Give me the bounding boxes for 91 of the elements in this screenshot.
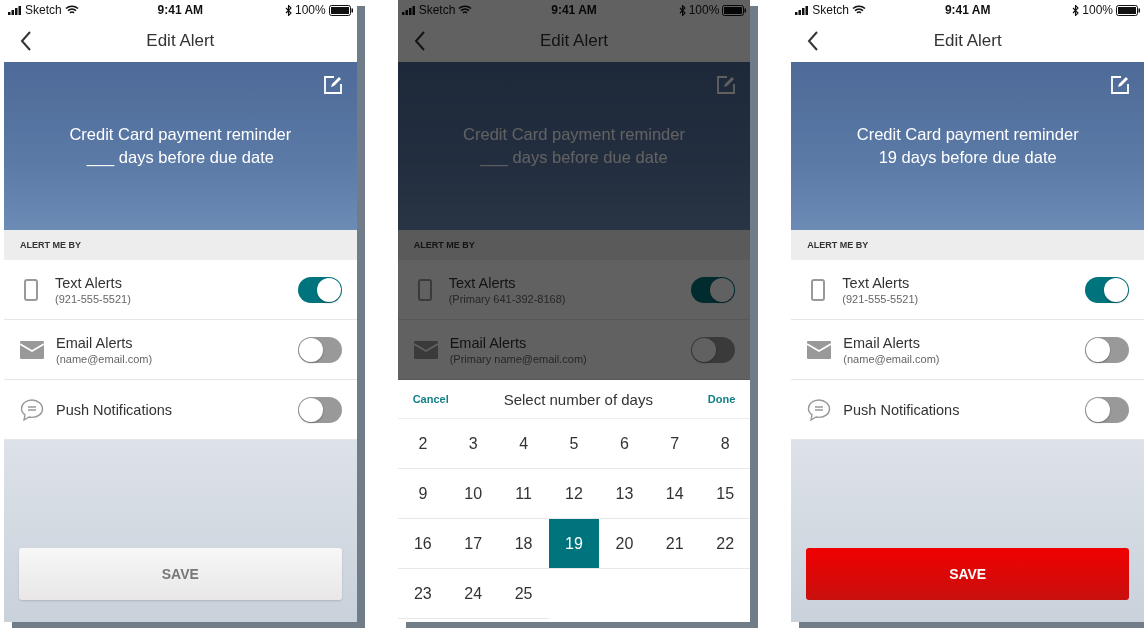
status-time: 9:41 AM bbox=[944, 3, 991, 17]
carrier-label: Sketch bbox=[25, 3, 62, 17]
chat-bubble-icon bbox=[807, 398, 832, 421]
alert-label: Push Notifications bbox=[56, 401, 174, 418]
day-option[interactable]: 24 bbox=[448, 569, 499, 619]
alert-detail: (Primary name@email.com) bbox=[449, 352, 588, 365]
edit-icon[interactable] bbox=[322, 75, 343, 95]
signal-icon bbox=[795, 5, 810, 15]
toggle-switch[interactable] bbox=[1085, 336, 1129, 363]
battery-icon bbox=[1116, 4, 1140, 16]
back-icon[interactable] bbox=[20, 31, 32, 51]
alert-detail: (921-555-5521) bbox=[842, 292, 920, 305]
edit-icon[interactable] bbox=[716, 75, 737, 95]
day-option[interactable]: 11 bbox=[498, 469, 549, 519]
alert-label: Email Alerts bbox=[56, 334, 134, 351]
signal-icon bbox=[8, 5, 22, 15]
battery-percent: 100% bbox=[294, 3, 326, 17]
bluetooth-icon bbox=[1072, 4, 1080, 16]
phone-icon bbox=[417, 278, 432, 301]
phone-icon bbox=[811, 278, 826, 301]
section-label: ALERT ME BY bbox=[20, 240, 81, 250]
save-button[interactable]: SAVE bbox=[806, 548, 1129, 600]
toggle-switch[interactable] bbox=[691, 276, 736, 303]
toggle-switch[interactable] bbox=[1085, 396, 1129, 423]
day-option[interactable]: 2 bbox=[397, 419, 449, 469]
toggle-switch[interactable] bbox=[297, 336, 342, 363]
alert-label: Email Alerts bbox=[449, 334, 528, 351]
day-option[interactable]: 4 bbox=[498, 419, 549, 469]
section-label: ALERT ME BY bbox=[807, 240, 869, 250]
section-label: ALERT ME BY bbox=[413, 240, 475, 250]
day-option[interactable]: 10 bbox=[448, 469, 499, 519]
wifi-icon bbox=[64, 5, 79, 15]
day-option[interactable]: 6 bbox=[599, 419, 650, 469]
day-option[interactable]: 9 bbox=[397, 469, 449, 519]
status-time: 9:41 AM bbox=[551, 3, 597, 17]
chat-bubble-icon bbox=[20, 398, 44, 421]
phone-icon bbox=[24, 278, 38, 301]
day-option[interactable]: 5 bbox=[548, 419, 600, 469]
day-option[interactable]: 22 bbox=[699, 519, 751, 569]
day-option[interactable]: 17 bbox=[448, 519, 499, 569]
alert-label: Text Alerts bbox=[448, 274, 517, 291]
alert-label: Email Alerts bbox=[843, 334, 921, 351]
day-option[interactable]: 8 bbox=[699, 419, 751, 469]
day-option[interactable]: 19 bbox=[548, 519, 600, 569]
day-option[interactable]: 7 bbox=[649, 419, 700, 469]
picker-title: Select number of days bbox=[503, 390, 653, 408]
envelope-icon bbox=[807, 340, 832, 359]
reminder-text: Credit Card payment reminder ___ days before due date bbox=[69, 124, 292, 169]
done-link[interactable]: Done bbox=[707, 393, 736, 405]
battery-percent: 100% bbox=[688, 3, 720, 17]
alert-detail: (Primary 641-392-8168) bbox=[448, 292, 567, 305]
toggle-switch[interactable] bbox=[297, 396, 342, 423]
bluetooth-icon bbox=[678, 4, 686, 16]
screen-title: Edit Alert bbox=[933, 31, 1002, 51]
alert-label: Text Alerts bbox=[842, 274, 911, 291]
battery-icon bbox=[722, 4, 747, 16]
battery-icon bbox=[328, 4, 353, 16]
cancel-link[interactable]: Cancel bbox=[412, 393, 449, 405]
day-option[interactable]: 16 bbox=[397, 519, 449, 569]
toggle-switch[interactable] bbox=[297, 276, 342, 303]
back-icon[interactable] bbox=[807, 31, 820, 51]
reminder-text: Credit Card payment reminder 19 days before due date bbox=[856, 124, 1079, 168]
alert-label: Push Notifications bbox=[843, 401, 961, 418]
edit-icon[interactable] bbox=[1110, 75, 1130, 95]
envelope-icon bbox=[413, 340, 438, 359]
screen-title: Edit Alert bbox=[146, 31, 215, 51]
alert-detail: (921-555-5521) bbox=[55, 292, 132, 305]
signal-icon bbox=[401, 5, 416, 15]
day-option[interactable]: 21 bbox=[649, 519, 700, 569]
wifi-icon bbox=[458, 5, 473, 15]
day-option[interactable]: 14 bbox=[649, 469, 700, 519]
day-option[interactable]: 20 bbox=[599, 519, 650, 569]
day-option[interactable]: 13 bbox=[599, 469, 650, 519]
day-option[interactable]: 18 bbox=[498, 519, 549, 569]
carrier-label: Sketch bbox=[418, 3, 456, 17]
carrier-label: Sketch bbox=[812, 3, 850, 17]
wifi-icon bbox=[852, 5, 867, 15]
bluetooth-icon bbox=[284, 4, 292, 16]
screen-title: Edit Alert bbox=[540, 31, 609, 51]
toggle-switch[interactable] bbox=[691, 336, 736, 363]
day-option[interactable]: 15 bbox=[699, 469, 751, 519]
battery-percent: 100% bbox=[1082, 3, 1113, 17]
toggle-switch[interactable] bbox=[1085, 276, 1129, 303]
day-option[interactable]: 25 bbox=[498, 569, 549, 619]
alert-detail: (name@email.com) bbox=[56, 352, 154, 365]
status-time: 9:41 AM bbox=[157, 3, 204, 17]
alert-label: Text Alerts bbox=[55, 274, 123, 291]
envelope-icon bbox=[20, 340, 44, 359]
alert-detail: (name@email.com) bbox=[843, 352, 941, 365]
day-option[interactable]: 23 bbox=[397, 569, 449, 619]
day-option[interactable]: 3 bbox=[448, 419, 499, 469]
